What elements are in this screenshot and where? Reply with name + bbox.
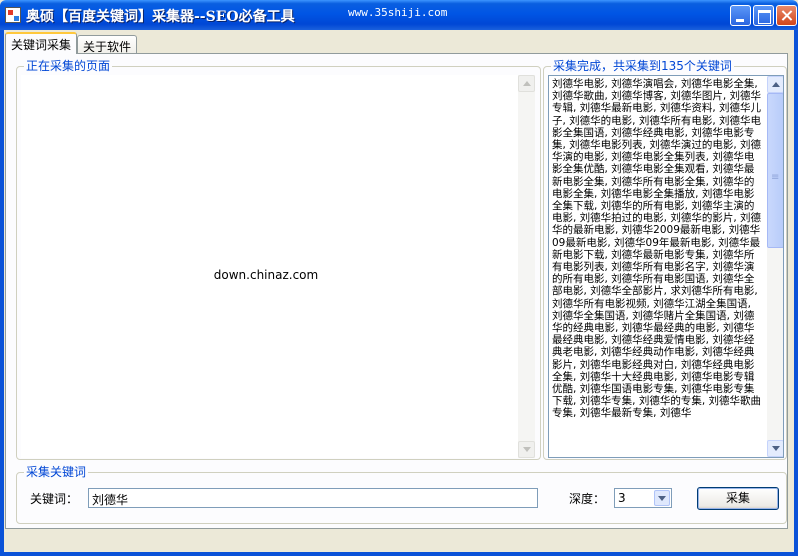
scroll-thumb[interactable]	[767, 93, 783, 248]
results-panel-title: 采集完成，共采集到135个关键词	[551, 59, 734, 73]
scroll-up-button[interactable]	[518, 75, 535, 92]
browser-panel: 正在采集的页面 down.chinaz.com	[16, 59, 541, 460]
scroll-up-button[interactable]	[767, 76, 783, 93]
chevron-down-icon[interactable]	[654, 490, 670, 506]
tab-keyword-collect[interactable]: 关键词采集	[5, 32, 78, 54]
depth-select[interactable]: 3	[614, 488, 672, 508]
scroll-down-button[interactable]	[767, 440, 783, 457]
browser-panel-title: 正在采集的页面	[24, 59, 113, 73]
scroll-down-button[interactable]	[518, 441, 535, 458]
app-icon[interactable]	[5, 7, 21, 23]
tab-page: 正在采集的页面 down.chinaz.com 采集完成，共采集到135个关键词…	[5, 53, 788, 529]
results-scrollbar[interactable]	[767, 76, 783, 457]
window-frame-bottom	[0, 552, 798, 556]
browser-scrollbar[interactable]	[518, 75, 535, 458]
title-url: www.35shiji.com	[348, 6, 448, 19]
keyword-panel-title: 采集关键词	[24, 465, 89, 479]
title-bar[interactable]: 奥硕【百度关键词】采集器--SEO必备工具 www.35shiji.com	[0, 0, 798, 30]
maximize-button[interactable]	[753, 5, 774, 26]
keyword-input[interactable]: 刘德华	[88, 488, 538, 508]
results-text: 刘德华电影, 刘德华演唱会, 刘德华电影全集, 刘德华歌曲, 刘德华博客, 刘德…	[552, 78, 762, 420]
depth-label: 深度：	[569, 492, 606, 506]
tab-about[interactable]: 关于软件	[77, 35, 138, 54]
depth-value: 3	[618, 491, 626, 505]
collect-button[interactable]: 采集	[697, 487, 779, 510]
window-frame-right	[794, 30, 798, 556]
browser-page-text: down.chinaz.com	[213, 268, 319, 282]
window-frame-left	[0, 30, 4, 556]
minimize-button[interactable]	[730, 5, 751, 26]
web-browser-view[interactable]: down.chinaz.com	[21, 75, 535, 458]
window-title: 奥硕【百度关键词】采集器--SEO必备工具	[26, 9, 295, 25]
results-panel: 采集完成，共采集到135个关键词 刘德华电影, 刘德华演唱会, 刘德华电影全集,…	[543, 59, 787, 460]
keyword-label: 关键词：	[30, 492, 79, 506]
results-textarea[interactable]: 刘德华电影, 刘德华演唱会, 刘德华电影全集, 刘德华歌曲, 刘德华博客, 刘德…	[548, 75, 784, 458]
close-button[interactable]	[776, 5, 797, 26]
